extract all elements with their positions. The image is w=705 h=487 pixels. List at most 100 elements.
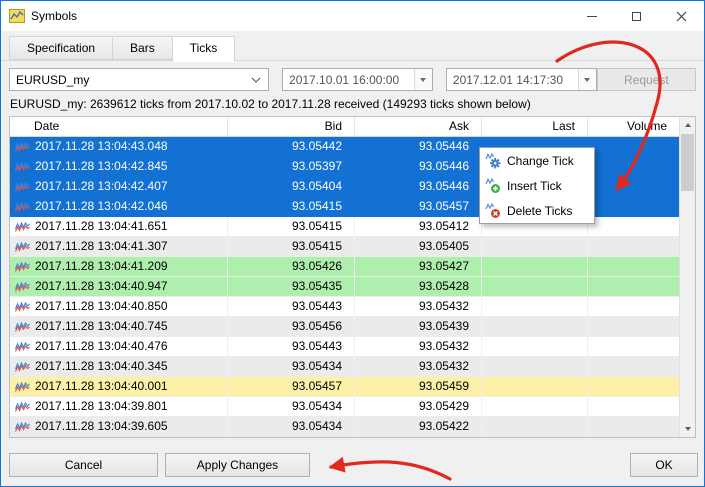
- column-header-last[interactable]: Last: [482, 117, 588, 136]
- tick-chart-icon: [15, 421, 30, 432]
- tick-chart-icon: [15, 321, 30, 332]
- cell-date-text: 2017.11.28 13:04:40.745: [35, 317, 168, 336]
- column-header-date[interactable]: Date: [10, 117, 228, 136]
- symbol-select[interactable]: EURUSD_my: [9, 68, 269, 91]
- cell-ask: 93.05412: [355, 217, 482, 236]
- cell-date: 2017.11.28 13:04:42.407: [10, 177, 228, 196]
- cell-date: 2017.11.28 13:04:41.651: [10, 217, 228, 236]
- request-button[interactable]: Request: [597, 68, 696, 91]
- vertical-scrollbar[interactable]: [679, 117, 695, 437]
- insert-tick-icon: [485, 178, 501, 194]
- tab-ticks[interactable]: Ticks: [172, 36, 236, 62]
- close-button[interactable]: [659, 1, 704, 31]
- cell-date: 2017.11.28 13:04:40.476: [10, 337, 228, 356]
- table-row[interactable]: 2017.11.28 13:04:41.307 93.0541593.05405: [10, 237, 679, 257]
- cell-bid: 93.05435: [228, 277, 355, 296]
- scrollbar-thumb[interactable]: [681, 134, 694, 191]
- cancel-button[interactable]: Cancel: [9, 453, 158, 477]
- cell-ask: 93.05432: [355, 337, 482, 356]
- cell-date: 2017.11.28 13:04:40.850: [10, 297, 228, 316]
- table-row[interactable]: 2017.11.28 13:04:40.47693.0544393.05432: [10, 337, 679, 357]
- table-row[interactable]: 2017.11.28 13:04:39.60593.0543493.05422: [10, 417, 679, 437]
- cell-volume: [588, 397, 679, 416]
- to-datetime-dropdown-button[interactable]: [578, 69, 596, 90]
- table-row[interactable]: 2017.11.28 13:04:41.20993.0542693.05427: [10, 257, 679, 277]
- cell-date-text: 2017.11.28 13:04:42.407: [35, 177, 168, 196]
- from-datetime-dropdown-button[interactable]: [414, 69, 432, 90]
- cell-bid: 93.05442: [228, 137, 355, 156]
- menu-item-change-tick[interactable]: Change Tick: [480, 148, 594, 173]
- cell-volume: [588, 297, 679, 316]
- cell-ask: 93.05405: [355, 237, 482, 256]
- cell-date-text: 2017.11.28 13:04:42.046: [35, 197, 168, 216]
- cell-volume: [588, 417, 679, 436]
- tab-label: Ticks: [190, 41, 218, 55]
- tab-strip: Specification Bars Ticks: [1, 31, 704, 61]
- cell-bid: 93.05426: [228, 257, 355, 276]
- scroll-up-button[interactable]: [680, 117, 695, 133]
- cell-date: 2017.11.28 13:04:40.745: [10, 317, 228, 336]
- tick-chart-icon: [15, 301, 30, 312]
- cell-bid: 93.05443: [228, 297, 355, 316]
- cell-date-text: 2017.11.28 13:04:40.850: [35, 297, 168, 316]
- from-datetime-field[interactable]: 2017.10.01 16:00:00: [282, 68, 433, 91]
- tab-bars[interactable]: Bars: [112, 36, 173, 60]
- column-header-ask[interactable]: Ask: [355, 117, 482, 136]
- cell-date: 2017.11.28 13:04:41.209: [10, 257, 228, 276]
- table-row[interactable]: 2017.11.28 13:04:40.94793.0543593.05428: [10, 277, 679, 297]
- cell-last: [482, 377, 588, 396]
- controls-row: EURUSD_my 2017.10.01 16:00:00 2017.12.01…: [9, 68, 696, 91]
- tick-chart-icon: [15, 381, 30, 392]
- table-row[interactable]: 2017.11.28 13:04:39.80193.0543493.05429: [10, 397, 679, 417]
- cell-bid: 93.05443: [228, 337, 355, 356]
- cell-volume: [588, 237, 679, 256]
- titlebar[interactable]: Symbols: [1, 1, 704, 31]
- cell-date: 2017.11.28 13:04:42.845: [10, 157, 228, 176]
- arrow-to-apply-changes: [331, 462, 450, 479]
- table-row[interactable]: 2017.11.28 13:04:40.85093.0544393.05432: [10, 297, 679, 317]
- tick-chart-icon: [15, 361, 30, 372]
- minimize-button[interactable]: [569, 1, 614, 31]
- cell-volume: [588, 177, 679, 196]
- dropdown-arrow-icon: [584, 78, 590, 82]
- status-text: EURUSD_my: 2639612 ticks from 2017.10.02…: [10, 97, 531, 111]
- cell-bid: 93.05404: [228, 177, 355, 196]
- from-datetime-value: 2017.10.01 16:00:00: [289, 73, 399, 87]
- ok-button[interactable]: OK: [630, 453, 698, 477]
- cell-bid: 93.05457: [228, 377, 355, 396]
- cell-date-text: 2017.11.28 13:04:41.307: [35, 237, 168, 256]
- column-header-bid[interactable]: Bid: [228, 117, 355, 136]
- table-row[interactable]: 2017.11.28 13:04:40.00193.0545793.05459: [10, 377, 679, 397]
- cell-date: 2017.11.28 13:04:42.046: [10, 197, 228, 216]
- cell-bid: 93.05415: [228, 197, 355, 216]
- cell-ask: 93.05446: [355, 137, 482, 156]
- cell-ask: 93.05439: [355, 317, 482, 336]
- cell-bid: 93.05415: [228, 237, 355, 256]
- scroll-down-icon: [685, 427, 691, 431]
- cell-date-text: 2017.11.28 13:04:39.801: [35, 397, 168, 416]
- column-header-volume[interactable]: Volume: [588, 117, 679, 136]
- table-row[interactable]: 2017.11.28 13:04:40.34593.0543493.05432: [10, 357, 679, 377]
- apply-changes-button[interactable]: Apply Changes: [165, 453, 310, 477]
- to-datetime-field[interactable]: 2017.12.01 14:17:30: [446, 68, 597, 91]
- scroll-down-button[interactable]: [680, 421, 695, 437]
- menu-item-delete-ticks[interactable]: Delete Ticks: [480, 198, 594, 223]
- menu-item-label: Insert Tick: [507, 179, 562, 193]
- menu-item-insert-tick[interactable]: Insert Tick: [480, 173, 594, 198]
- chevron-down-icon: [251, 77, 261, 83]
- cell-volume: [588, 377, 679, 396]
- tab-specification[interactable]: Specification: [9, 36, 113, 60]
- cell-bid: 93.05434: [228, 397, 355, 416]
- symbols-icon: [9, 8, 25, 24]
- minimize-icon: [587, 16, 597, 17]
- maximize-button[interactable]: [614, 1, 659, 31]
- table-row[interactable]: 2017.11.28 13:04:40.74593.0545693.05439: [10, 317, 679, 337]
- cell-bid: 93.05397: [228, 157, 355, 176]
- cell-volume: [588, 217, 679, 236]
- cell-volume: [588, 277, 679, 296]
- cell-volume: [588, 157, 679, 176]
- cell-volume: [588, 257, 679, 276]
- cell-date-text: 2017.11.28 13:04:43.048: [35, 137, 168, 156]
- tab-label: Bars: [130, 41, 155, 55]
- tick-chart-icon: [15, 341, 30, 352]
